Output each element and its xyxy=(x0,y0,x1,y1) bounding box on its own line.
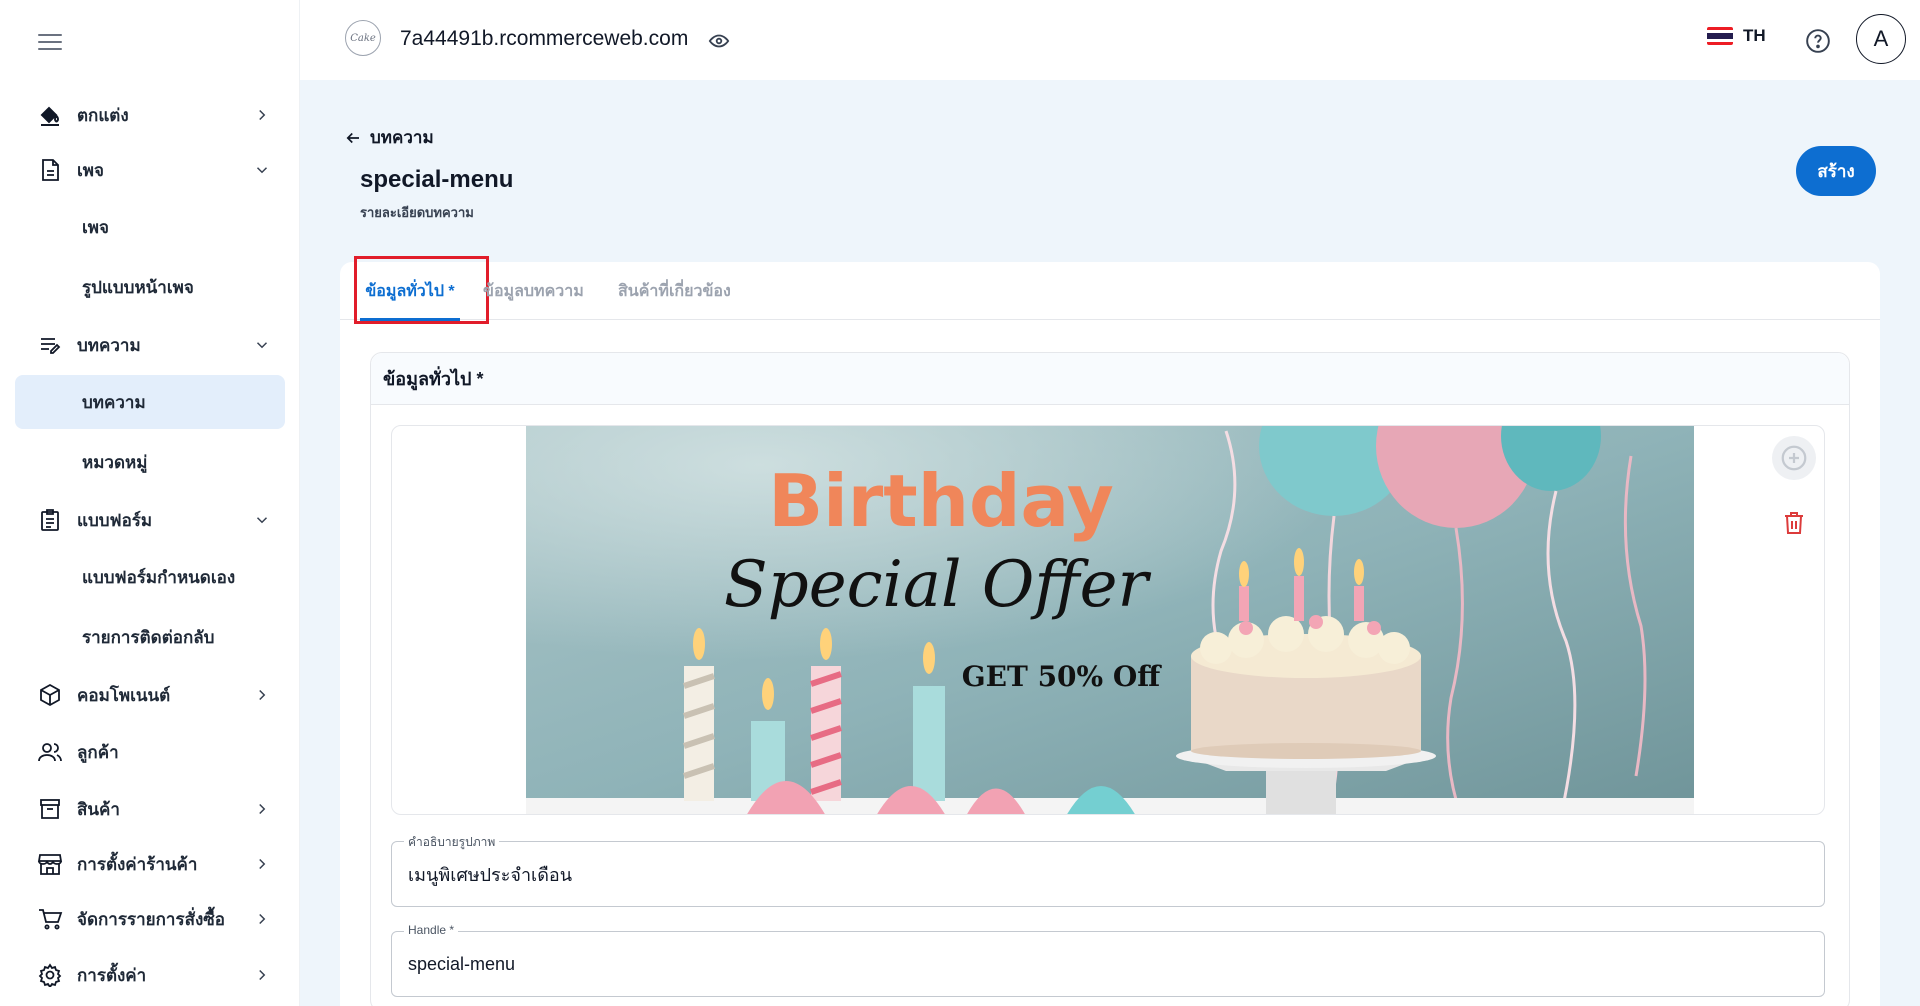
sidebar-item-label: แบบฟอร์มกำหนดเอง xyxy=(82,567,236,587)
store-domain[interactable]: 7a44491b.rcommerceweb.com xyxy=(400,27,688,51)
tab-article-info[interactable]: ข้อมูลบทความ xyxy=(483,262,584,320)
gear-icon xyxy=(37,962,63,988)
tab-label: ข้อมูลบทความ xyxy=(483,282,584,300)
section-title: ข้อมูลทั่วไป * xyxy=(371,353,1849,405)
arrow-left-icon xyxy=(346,132,359,143)
handle-field: Handle * xyxy=(391,923,1825,997)
page-title: special-menu xyxy=(360,166,514,193)
sidebar-item-articles[interactable]: บทความ xyxy=(15,318,285,372)
add-image-button[interactable] xyxy=(1772,436,1816,480)
tab-active-indicator xyxy=(360,318,460,321)
article-card: ข้อมูลทั่วไป * ข้อมูลบทความ สินค้าที่เกี… xyxy=(340,256,1880,1006)
plus-circle-icon xyxy=(1781,445,1807,471)
banner-script: Special Offer xyxy=(724,548,1152,622)
sidebar-item-orders[interactable]: จัดการรายการสั่งซื้อ xyxy=(15,892,285,946)
banner-image[interactable]: Birthday Special Offer GET 50% Off xyxy=(526,426,1694,814)
sidebar-item-settings[interactable]: การตั้งค่า xyxy=(15,948,285,1002)
chevron-right-icon xyxy=(259,858,266,870)
chevron-right-icon xyxy=(259,109,266,121)
sidebar-item-label: แบบฟอร์ม xyxy=(77,510,153,530)
sidebar-item-label: จัดการรายการสั่งซื้อ xyxy=(77,909,226,929)
sidebar-item-label: รูปแบบหน้าเพจ xyxy=(82,277,194,297)
sidebar-item-label: บทความ xyxy=(82,392,146,412)
avatar[interactable]: A xyxy=(1856,14,1906,64)
sidebar-item-label: การตั้งค่าร้านค้า xyxy=(77,854,198,874)
tab-general-info[interactable]: ข้อมูลทั่วไป * xyxy=(354,256,489,324)
sidebar-item-label: ลูกค้า xyxy=(77,742,119,762)
sidebar-item-label: สินค้า xyxy=(77,799,120,819)
sidebar-item-products[interactable]: สินค้า xyxy=(15,782,285,836)
chevron-right-icon xyxy=(259,969,266,981)
sidebar-item-label: เพจ xyxy=(77,160,104,180)
sidebar-item-label: บทความ xyxy=(77,335,141,355)
chevron-down-icon xyxy=(256,342,268,349)
edit-list-icon xyxy=(37,332,63,358)
sidebar-subitem-articles[interactable]: บทความ xyxy=(15,375,285,429)
sidebar-subitem-categories[interactable]: หมวดหมู่ xyxy=(15,435,285,489)
help-icon[interactable] xyxy=(1805,28,1831,54)
sidebar-subitem-page-templates[interactable]: รูปแบบหน้าเพจ xyxy=(15,260,285,314)
sidebar-item-store-settings[interactable]: การตั้งค่าร้านค้า xyxy=(15,837,285,891)
sidebar-item-label: การตั้งค่า xyxy=(77,965,147,985)
general-info-section: ข้อมูลทั่วไป * Birthday Special Offer GE… xyxy=(370,352,1850,1006)
sidebar-item-label: รายการติดต่อกลับ xyxy=(82,627,215,647)
image-caption-input[interactable] xyxy=(408,842,1808,906)
store-logo: Cake xyxy=(345,20,381,56)
box-icon xyxy=(37,796,63,822)
store-icon xyxy=(37,851,63,877)
top-bar: Cake 7a44491b.rcommerceweb.com TH A xyxy=(300,0,1920,80)
sidebar-item-label: เพจ xyxy=(82,217,109,237)
cart-icon xyxy=(37,906,63,932)
users-icon xyxy=(37,739,63,765)
main-content: บทความ special-menu รายละเอียดบทความ สร้… xyxy=(300,80,1920,1006)
language-selector[interactable]: TH xyxy=(1707,26,1766,46)
chevron-right-icon xyxy=(259,803,266,815)
thai-flag-icon xyxy=(1707,27,1733,45)
eye-icon[interactable] xyxy=(708,30,730,52)
sidebar-item-decorate[interactable]: ตกแต่ง xyxy=(15,88,285,142)
sidebar-item-customers[interactable]: ลูกค้า xyxy=(15,725,285,779)
sidebar-item-components[interactable]: คอมโพเนนต์ xyxy=(15,668,285,722)
sidebar-item-label: คอมโพเนนต์ xyxy=(77,685,171,705)
menu-icon[interactable] xyxy=(38,34,62,54)
language-label: TH xyxy=(1743,26,1766,45)
image-caption-field: คำอธิบายรูปภาพ xyxy=(391,833,1825,907)
banner-offer: GET 50% Off xyxy=(962,660,1163,693)
create-button[interactable]: สร้าง xyxy=(1796,146,1876,196)
cube-icon xyxy=(37,682,63,708)
sidebar: ตกแต่ง เพจ เพจ รูปแบบหน้าเพจ บทความ บทคว… xyxy=(0,0,300,1006)
chevron-right-icon xyxy=(259,689,266,701)
paint-bucket-icon xyxy=(37,102,63,128)
page-subtitle: รายละเอียดบทความ xyxy=(360,205,474,220)
tab-related-products[interactable]: สินค้าที่เกี่ยวข้อง xyxy=(618,262,731,320)
chevron-right-icon xyxy=(259,913,266,925)
back-label: บทความ xyxy=(370,128,434,147)
tab-bar: ข้อมูลทั่วไป * ข้อมูลบทความ สินค้าที่เกี… xyxy=(340,256,1880,324)
clipboard-icon xyxy=(37,507,63,533)
trash-icon[interactable] xyxy=(1782,510,1806,536)
chevron-down-icon xyxy=(256,517,268,524)
sidebar-subitem-pages[interactable]: เพจ xyxy=(15,200,285,254)
sidebar-item-label: หมวดหมู่ xyxy=(82,452,148,472)
image-uploader: Birthday Special Offer GET 50% Off xyxy=(391,425,1825,815)
sidebar-item-pages[interactable]: เพจ xyxy=(15,143,285,197)
sidebar-item-label: ตกแต่ง xyxy=(77,105,129,125)
sidebar-subitem-custom-forms[interactable]: แบบฟอร์มกำหนดเอง xyxy=(15,550,285,604)
tab-label: สินค้าที่เกี่ยวข้อง xyxy=(618,282,731,300)
sidebar-subitem-contact-list[interactable]: รายการติดต่อกลับ xyxy=(15,610,285,664)
banner-artwork: Birthday Special Offer GET 50% Off xyxy=(526,426,1694,814)
chevron-down-icon xyxy=(256,167,268,174)
banner-headline: Birthday xyxy=(768,459,1114,543)
tab-label: ข้อมูลทั่วไป * xyxy=(365,282,455,300)
document-icon xyxy=(37,157,63,183)
back-link[interactable]: บทความ xyxy=(344,124,434,151)
sidebar-item-forms[interactable]: แบบฟอร์ม xyxy=(15,493,285,547)
handle-input[interactable] xyxy=(408,932,1808,996)
